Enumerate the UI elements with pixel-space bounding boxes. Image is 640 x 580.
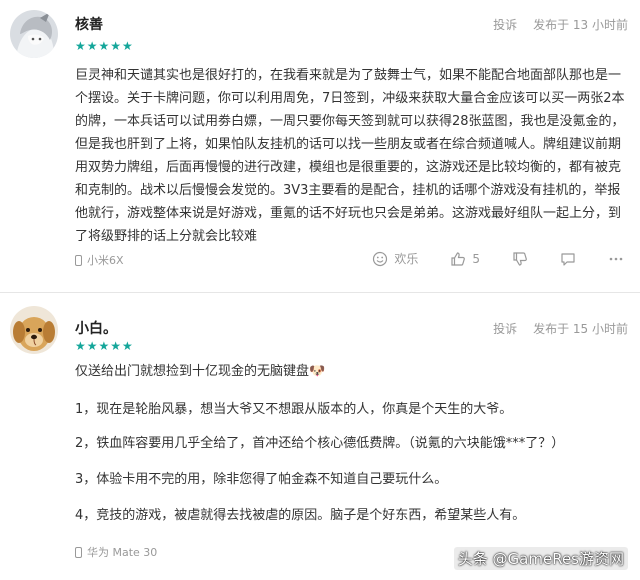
avatar-dog-image bbox=[10, 306, 58, 354]
device-info: 小米6X bbox=[75, 252, 124, 268]
publish-time: 发布于 15 小时前 bbox=[533, 322, 628, 336]
happy-button[interactable]: 欢乐 bbox=[372, 250, 418, 267]
rating-stars: ★★★★★ bbox=[75, 339, 134, 353]
review-actions: 欢乐 5 bbox=[340, 250, 624, 267]
username[interactable]: 核善 bbox=[75, 14, 103, 34]
publish-time: 发布于 13 小时前 bbox=[533, 18, 628, 32]
review-card-1: 核善 ★★★★★ 投诉 发布于 13 小时前 巨灵神和天谴其实也是很好打的，在我… bbox=[0, 0, 640, 292]
review-text: 巨灵神和天谴其实也是很好打的，在我看来就是为了鼓舞士气，如果不能配合地面部队那也… bbox=[75, 68, 625, 244]
review-card-2: 小白。 ★★★★★ 投诉 发布于 15 小时前 仅送给出门就想捡到十亿现金的无脑… bbox=[0, 292, 640, 580]
happy-label: 欢乐 bbox=[394, 252, 419, 266]
comment-icon bbox=[561, 252, 575, 266]
review-paragraph: 仅送给出门就想捡到十亿现金的无脑键盘🐶 bbox=[75, 364, 326, 379]
review-meta: 投诉 发布于 15 小时前 bbox=[493, 320, 628, 337]
comment-button[interactable] bbox=[560, 251, 576, 267]
review-paragraph: 4，竞技的游戏，被虐就得去找被虐的原因。脑子是个好东西，希望某些人有。 bbox=[75, 508, 526, 523]
phone-icon bbox=[75, 254, 82, 266]
device-info: 华为 Mate 30 bbox=[75, 544, 157, 560]
thumbs-up-icon bbox=[451, 251, 466, 266]
device-name: 华为 Mate 30 bbox=[87, 546, 158, 559]
device-name: 小米6X bbox=[87, 254, 124, 267]
thumbs-down-icon bbox=[513, 251, 527, 266]
phone-icon bbox=[75, 546, 82, 558]
more-dots-icon bbox=[609, 257, 623, 260]
user-avatar[interactable] bbox=[10, 10, 58, 58]
more-button[interactable] bbox=[608, 251, 624, 267]
username[interactable]: 小白。 bbox=[75, 318, 117, 338]
review-meta: 投诉 发布于 13 小时前 bbox=[493, 16, 628, 33]
report-link[interactable]: 投诉 bbox=[493, 16, 517, 33]
like-count: 5 bbox=[472, 251, 480, 266]
review-paragraph: 3，体验卡用不完的用，除非您得了帕金森不知道自己要玩什么。 bbox=[75, 472, 448, 487]
review-paragraph: 1，现在是轮胎风暴，想当大爷又不想跟从版本的人，你真是个天生的大爷。 bbox=[75, 402, 513, 417]
smile-icon bbox=[373, 251, 388, 266]
avatar-anime-image bbox=[10, 10, 58, 58]
rating-stars: ★★★★★ bbox=[75, 39, 134, 53]
review-paragraph: 2，铁血阵容要用几乎全给了，首冲还给个核心德低费牌。（说氪的六块能饿***了？） bbox=[75, 436, 565, 451]
like-button[interactable]: 5 bbox=[450, 251, 480, 267]
user-avatar[interactable] bbox=[10, 306, 58, 354]
dislike-button[interactable] bbox=[512, 251, 528, 267]
report-link[interactable]: 投诉 bbox=[493, 320, 517, 337]
watermark: 头条 @GameRes游资网 bbox=[453, 547, 628, 570]
